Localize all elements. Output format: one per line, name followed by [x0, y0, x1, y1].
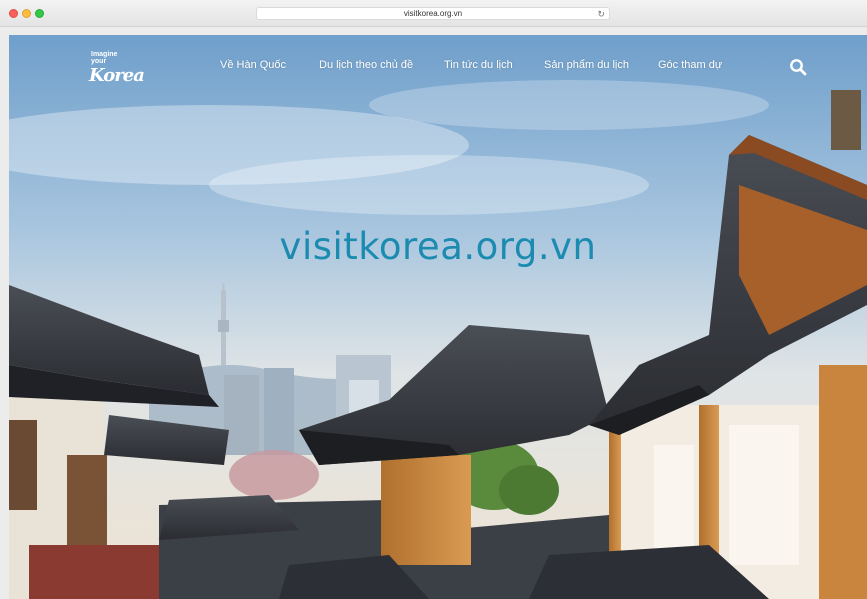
nav-item-about-korea[interactable]: Về Hàn Quốc	[220, 59, 286, 71]
hero-background-image	[9, 35, 867, 599]
logo-wordmark: Korea	[89, 65, 145, 86]
search-icon[interactable]	[789, 58, 807, 76]
nav-item-participation[interactable]: Góc tham dự	[658, 59, 722, 71]
logo-tagline: Imagine your	[91, 51, 118, 65]
zoom-window-button[interactable]	[35, 9, 44, 18]
nav-item-travel-products[interactable]: Sản phẩm du lịch	[544, 59, 629, 71]
nav-item-themed-travel[interactable]: Du lịch theo chủ đề	[319, 59, 413, 71]
address-bar-url: visitkorea.org.vn	[403, 9, 463, 18]
browser-toolbar: visitkorea.org.vn ↻	[0, 0, 867, 27]
reload-icon[interactable]: ↻	[597, 9, 605, 19]
close-window-button[interactable]	[9, 9, 18, 18]
site-logo[interactable]: Imagine your Korea	[89, 49, 145, 86]
page-viewport: Imagine your Korea Về Hàn Quốc Du lịch t…	[9, 35, 867, 599]
nav-item-travel-news[interactable]: Tin tức du lịch	[444, 59, 513, 71]
minimize-window-button[interactable]	[22, 9, 31, 18]
hero-title: visitkorea.org.vn	[279, 225, 597, 268]
address-bar[interactable]: visitkorea.org.vn ↻	[256, 7, 610, 20]
